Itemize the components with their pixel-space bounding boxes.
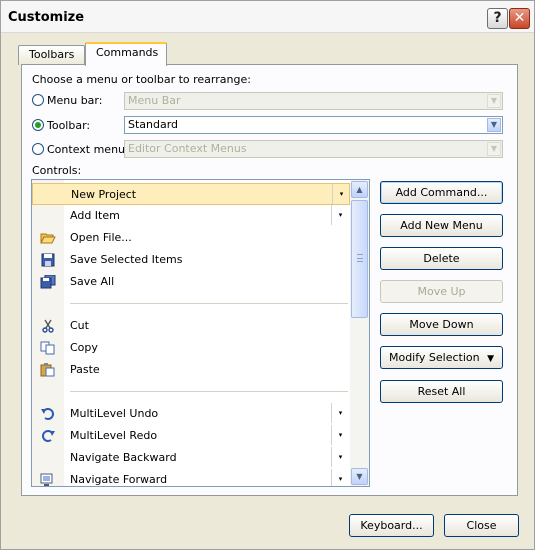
list-item-save-all[interactable]: Save All — [32, 271, 350, 293]
controls-list[interactable]: New Project ▾ Add Item ▾ Open File... Sa… — [31, 179, 370, 487]
close-label: Close — [466, 519, 497, 532]
scissors-icon — [40, 319, 56, 333]
choose-label: Choose a menu or toolbar to rearrange: — [32, 73, 251, 86]
chevron-up-icon: ▲ — [356, 185, 363, 194]
list-item-label: Navigate Forward — [70, 473, 168, 486]
keyboard-button[interactable]: Keyboard... — [349, 514, 434, 537]
context-menu-value: Editor Context Menus — [128, 142, 247, 155]
menu-bar-label: Menu bar: — [47, 94, 103, 107]
list-item-label: Cut — [70, 319, 89, 332]
navigate-forward-icon — [40, 473, 56, 486]
chevron-down-icon: ▼ — [487, 142, 501, 156]
delete-button[interactable]: Delete — [380, 247, 503, 270]
customize-dialog: Customize ? ✕ Toolbars Commands Choose a… — [0, 0, 535, 550]
submenu-arrow-icon[interactable]: ▾ — [331, 205, 349, 225]
save-all-icon — [40, 274, 56, 289]
modify-selection-button[interactable]: Modify Selection ▼ — [380, 346, 503, 369]
close-button[interactable]: Close — [444, 514, 519, 537]
tab-toolbars-label: Toolbars — [29, 48, 75, 61]
tab-commands[interactable]: Commands — [85, 42, 167, 66]
copy-icon — [40, 341, 56, 355]
delete-label: Delete — [423, 252, 460, 265]
chevron-down-icon[interactable]: ▼ — [487, 118, 501, 132]
list-item-label: Copy — [70, 341, 98, 354]
chevron-down-icon: ▼ — [356, 472, 363, 481]
add-command-button[interactable]: Add Command... — [380, 181, 503, 204]
submenu-arrow-icon[interactable]: ▾ — [331, 469, 349, 486]
redo-icon — [40, 429, 56, 443]
help-icon: ? — [493, 10, 502, 26]
submenu-arrow-icon[interactable]: ▾ — [332, 184, 350, 204]
toolbar-radio[interactable] — [32, 119, 44, 131]
list-item-undo[interactable]: MultiLevel Undo ▾ — [32, 403, 350, 425]
window-title: Customize — [8, 10, 85, 25]
move-down-label: Move Down — [409, 318, 474, 331]
list-item-label: Save Selected Items — [70, 253, 183, 266]
list-item-copy[interactable]: Copy — [32, 337, 350, 359]
list-separator — [70, 303, 348, 304]
list-item-save-selected[interactable]: Save Selected Items — [32, 249, 350, 271]
move-up-label: Move Up — [417, 285, 466, 298]
list-item-new-project[interactable]: New Project ▾ — [32, 183, 350, 205]
list-item-label: MultiLevel Redo — [70, 429, 158, 442]
add-new-menu-label: Add New Menu — [400, 219, 483, 232]
list-item-label: Paste — [70, 363, 100, 376]
move-up-button: Move Up — [380, 280, 503, 303]
toolbar-value: Standard — [128, 118, 179, 131]
list-item-redo[interactable]: MultiLevel Redo ▾ — [32, 425, 350, 447]
save-icon — [40, 253, 56, 267]
toolbar-select[interactable]: Standard ▼ — [124, 116, 503, 134]
scroll-up-button[interactable]: ▲ — [351, 181, 368, 198]
submenu-arrow-icon[interactable]: ▾ — [331, 447, 349, 467]
paste-icon — [40, 363, 56, 377]
menu-bar-select: Menu Bar ▼ — [124, 92, 503, 110]
tab-toolbars[interactable]: Toolbars — [18, 45, 85, 65]
list-item-label: Add Item — [70, 209, 120, 222]
list-item-cut[interactable]: Cut — [32, 315, 350, 337]
toolbar-label: Toolbar: — [47, 119, 91, 132]
close-window-button[interactable]: ✕ — [509, 8, 530, 29]
list-item-add-item[interactable]: Add Item ▾ — [32, 205, 350, 227]
menu-bar-value: Menu Bar — [128, 94, 181, 107]
keyboard-label: Keyboard... — [360, 519, 423, 532]
chevron-down-icon: ▼ — [487, 94, 501, 108]
reset-all-button[interactable]: Reset All — [380, 380, 503, 403]
menu-bar-radio[interactable] — [32, 94, 44, 106]
modify-selection-label: Modify Selection — [388, 351, 480, 364]
tab-commands-label: Commands — [96, 46, 159, 59]
list-item-label: Navigate Backward — [70, 451, 177, 464]
help-button[interactable]: ? — [487, 8, 508, 29]
list-item-navigate-backward[interactable]: Navigate Backward ▾ — [32, 447, 350, 469]
list-item-label: Open File... — [70, 231, 132, 244]
list-item-label: New Project — [71, 188, 137, 201]
context-menu-label: Context menu: — [47, 143, 129, 156]
list-separator — [70, 391, 348, 392]
move-down-button[interactable]: Move Down — [380, 313, 503, 336]
list-item-navigate-forward[interactable]: Navigate Forward ▾ — [32, 469, 350, 486]
scroll-down-button[interactable]: ▼ — [351, 468, 368, 485]
close-icon: ✕ — [513, 10, 526, 26]
open-folder-icon — [40, 231, 56, 245]
list-item-label: MultiLevel Undo — [70, 407, 159, 420]
submenu-arrow-icon[interactable]: ▾ — [331, 425, 349, 445]
context-menu-select: Editor Context Menus ▼ — [124, 140, 503, 158]
dropdown-arrow-icon: ▼ — [487, 354, 495, 364]
list-item-paste[interactable]: Paste — [32, 359, 350, 381]
title-bar[interactable]: Customize ? ✕ — [1, 1, 534, 33]
controls-label: Controls: — [32, 164, 82, 177]
add-new-menu-button[interactable]: Add New Menu — [380, 214, 503, 237]
list-item-label: Save All — [70, 275, 115, 288]
context-menu-radio[interactable] — [32, 143, 44, 155]
reset-all-label: Reset All — [417, 385, 466, 398]
list-item-open-file[interactable]: Open File... — [32, 227, 350, 249]
controls-scrollbar[interactable]: ▲ ▼ — [350, 180, 369, 486]
submenu-arrow-icon[interactable]: ▾ — [331, 403, 349, 423]
scroll-thumb[interactable] — [351, 200, 368, 318]
add-command-label: Add Command... — [395, 186, 488, 199]
undo-icon — [40, 407, 56, 421]
grip-icon — [357, 254, 363, 262]
